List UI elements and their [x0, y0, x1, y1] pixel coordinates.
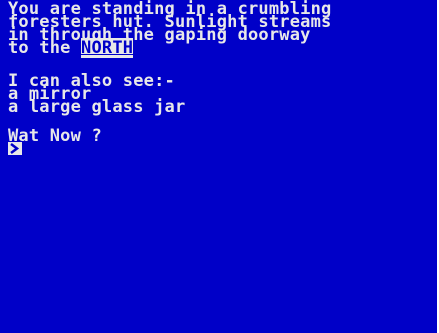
exit-north-highlight: NORTH: [81, 38, 134, 58]
command-prompt: Wat Now ?: [8, 126, 102, 146]
room-description-line-4: to the NORTH: [8, 38, 134, 58]
item-large-glass-jar: a large glass jar: [8, 97, 186, 117]
game-screen[interactable]: You are standing in a crumbling forester…: [0, 0, 437, 333]
game-window: You are standing in a crumbling forester…: [0, 0, 439, 333]
cursor-arrow-icon: [10, 143, 20, 154]
input-cursor[interactable]: [8, 142, 22, 155]
room-description-line-4-text: to the: [8, 38, 82, 58]
